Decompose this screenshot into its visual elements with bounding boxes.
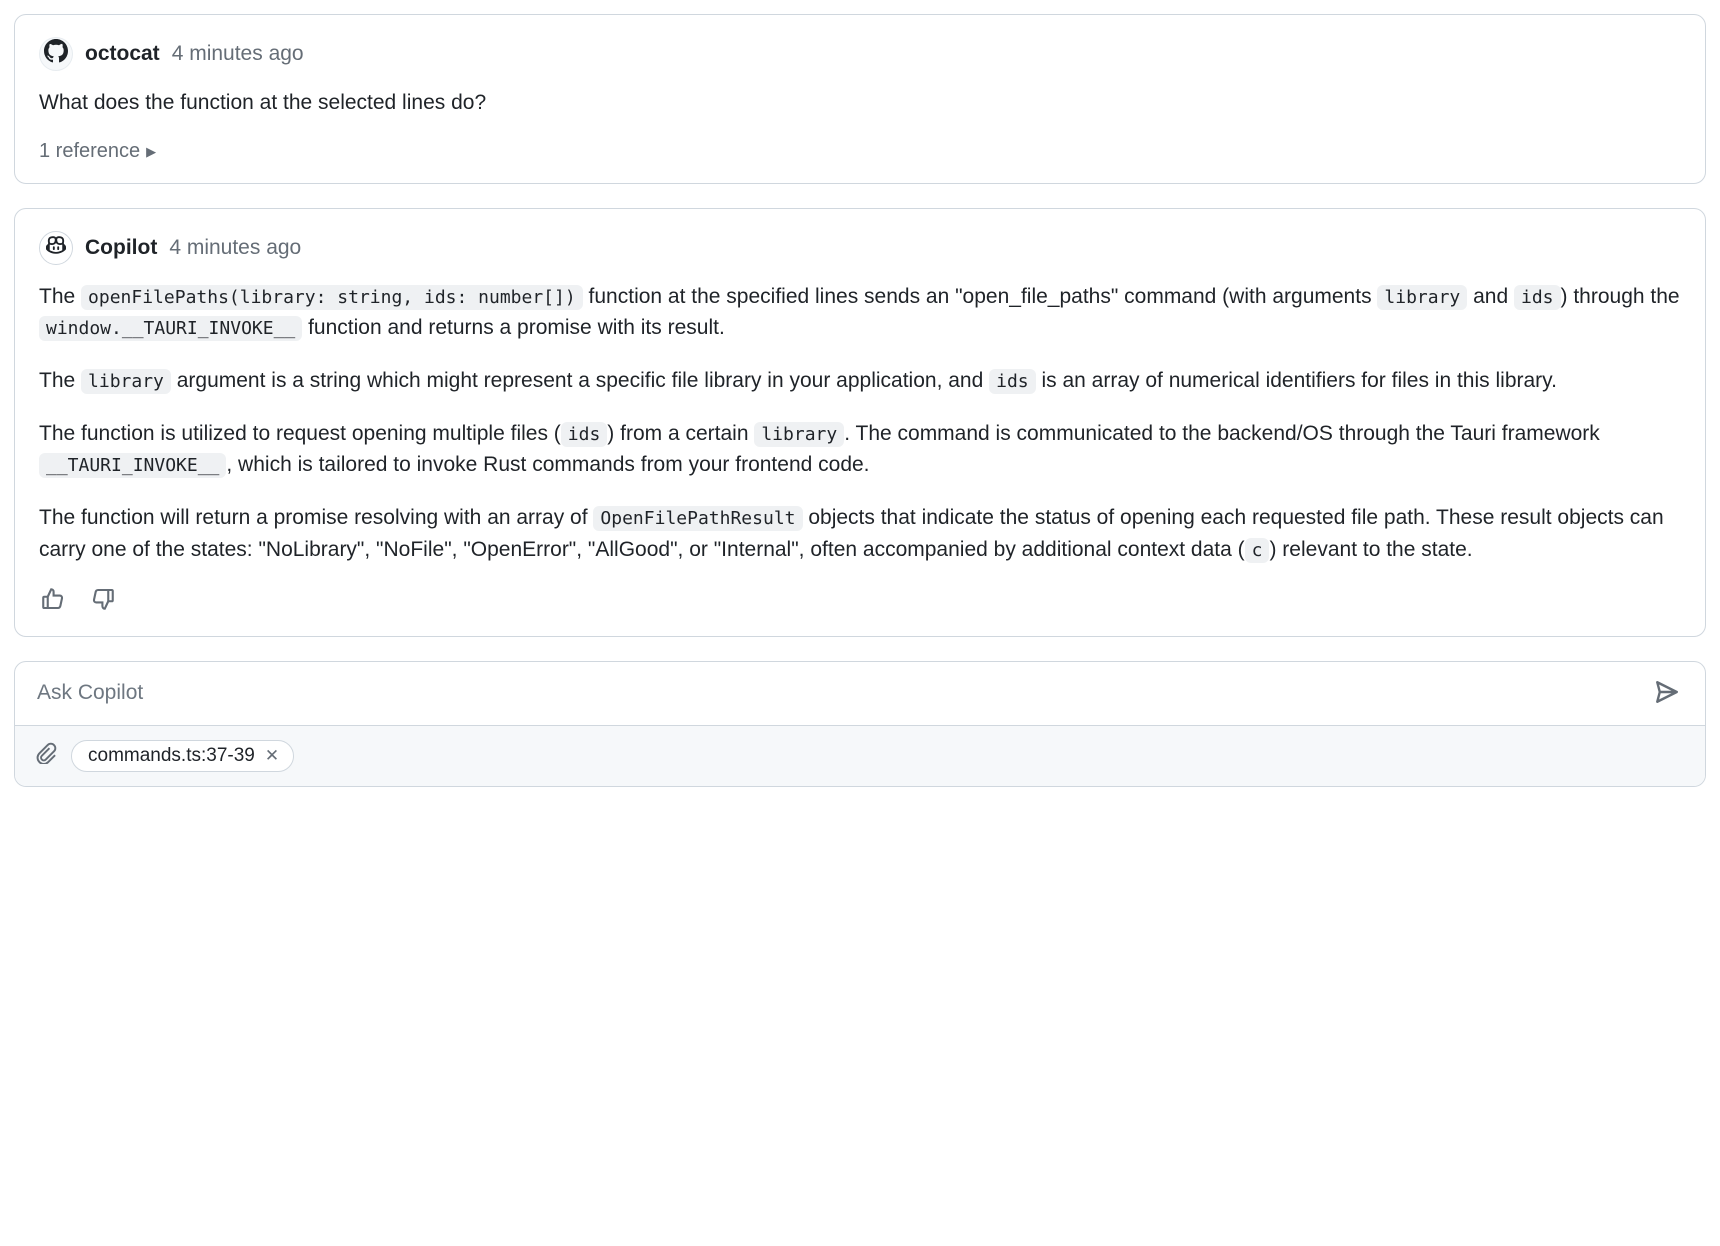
message-header: Copilot 4 minutes ago <box>39 231 1681 265</box>
user-message-text: What does the function at the selected l… <box>39 87 1681 118</box>
assistant-paragraph: The function will return a promise resol… <box>39 502 1681 564</box>
references-toggle[interactable]: 1 reference ▶ <box>39 140 156 163</box>
user-avatar[interactable] <box>39 37 73 71</box>
author-name: Copilot <box>85 236 157 260</box>
user-message-card: octocat 4 minutes ago What does the func… <box>14 14 1706 184</box>
message-body: The openFilePaths(library: string, ids: … <box>39 281 1681 565</box>
code-span: library <box>81 369 171 394</box>
send-button[interactable] <box>1651 676 1683 711</box>
code-span: ids <box>1514 285 1561 310</box>
chevron-right-icon: ▶ <box>146 144 156 160</box>
send-icon <box>1655 692 1679 707</box>
composer-input-row <box>15 662 1705 725</box>
composer-input[interactable] <box>37 681 1651 705</box>
thumbs-down-button[interactable] <box>89 585 117 616</box>
assistant-paragraph: The library argument is a string which m… <box>39 365 1681 396</box>
paperclip-icon[interactable] <box>35 742 57 770</box>
copilot-icon <box>46 235 66 261</box>
remove-attachment-button[interactable]: ✕ <box>265 747 279 764</box>
assistant-paragraph: The function is utilized to request open… <box>39 418 1681 480</box>
message-timestamp: 4 minutes ago <box>169 236 301 260</box>
code-span: OpenFilePathResult <box>593 506 802 531</box>
code-span: window.__TAURI_INVOKE__ <box>39 316 302 341</box>
code-span: openFilePaths(library: string, ids: numb… <box>81 285 583 310</box>
attachment-label: commands.ts:37-39 <box>88 745 255 767</box>
composer: commands.ts:37-39 ✕ <box>14 661 1706 787</box>
thumbs-down-icon <box>91 599 115 614</box>
copilot-avatar[interactable] <box>39 231 73 265</box>
close-icon: ✕ <box>265 746 279 765</box>
code-span: library <box>1377 285 1467 310</box>
references-label: 1 reference <box>39 140 140 163</box>
code-span: library <box>754 422 844 447</box>
code-span: __TAURI_INVOKE__ <box>39 453 226 478</box>
attachment-chip[interactable]: commands.ts:37-39 ✕ <box>71 740 294 772</box>
code-span: c <box>1245 538 1270 563</box>
code-span: ids <box>989 369 1036 394</box>
octocat-icon <box>44 39 68 69</box>
assistant-paragraph: The openFilePaths(library: string, ids: … <box>39 281 1681 343</box>
author-name[interactable]: octocat <box>85 42 160 66</box>
message-timestamp: 4 minutes ago <box>172 42 304 66</box>
composer-attachments: commands.ts:37-39 ✕ <box>15 725 1705 786</box>
thumbs-up-icon <box>41 599 65 614</box>
feedback-row <box>39 585 1681 616</box>
code-span: ids <box>561 422 608 447</box>
message-header: octocat 4 minutes ago <box>39 37 1681 71</box>
message-body: What does the function at the selected l… <box>39 87 1681 118</box>
assistant-message-card: Copilot 4 minutes ago The openFilePaths(… <box>14 208 1706 637</box>
thumbs-up-button[interactable] <box>39 585 67 616</box>
